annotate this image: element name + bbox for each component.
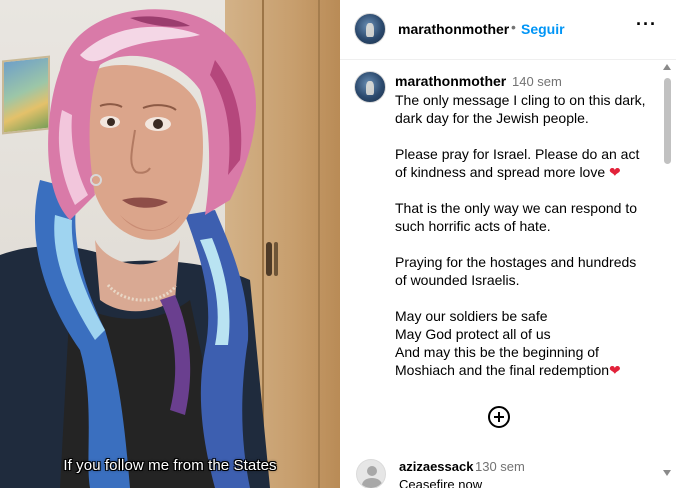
more-options-icon[interactable]: ··· <box>636 14 656 38</box>
heart-icon: ❤ <box>609 164 621 180</box>
post-side-panel: marathonmother • Seguir ··· marathonmoth… <box>340 0 676 488</box>
scrollbar-thumb[interactable] <box>664 78 671 164</box>
caption-line: That is the only way we can respond to <box>395 200 638 216</box>
post-header: marathonmother • Seguir ··· <box>340 0 676 60</box>
post-caption: The only message I cling to on this dark… <box>395 91 655 379</box>
commenter-username[interactable]: azizaessack <box>399 459 473 474</box>
caption-blank-line <box>395 181 655 199</box>
caption-line: Please pray for Israel. Please do an act <box>395 146 640 162</box>
scroll-up-arrow-icon[interactable] <box>663 64 671 70</box>
commenter-avatar[interactable] <box>356 459 386 488</box>
caption-author-username[interactable]: marathonmother <box>395 73 506 89</box>
comment-text: Ceasefire now <box>399 477 483 488</box>
caption-line: of wounded Israelis. <box>395 272 520 288</box>
author-username[interactable]: marathonmother <box>398 21 509 37</box>
comment-timestamp[interactable]: 130 sem <box>475 459 525 474</box>
caption-line: Praying for the hostages and hundreds <box>395 254 637 270</box>
caption-text: Moshiach and the final redemption <box>395 362 610 378</box>
follow-button[interactable]: Seguir <box>521 21 565 37</box>
woman-figure <box>0 9 270 488</box>
caption-line: The only message I cling to on this dark… <box>395 92 646 108</box>
caption-author-avatar[interactable] <box>354 71 386 103</box>
scroll-down-arrow-icon[interactable] <box>663 470 671 476</box>
header-separator: • <box>511 19 516 35</box>
caption-line: dark day for the Jewish people. <box>395 110 589 126</box>
video-player[interactable]: If you follow me from the States <box>0 0 340 488</box>
caption-blank-line <box>395 235 655 253</box>
caption-line: Moshiach and the final redemption❤ <box>395 361 655 379</box>
caption-line: of kindness and spread more love ❤ <box>395 163 655 181</box>
caption-line: May our soldiers be safe <box>395 308 548 324</box>
caption-timestamp[interactable]: 140 sem <box>512 74 562 89</box>
load-more-comments-icon[interactable] <box>488 406 510 428</box>
caption-blank-line <box>395 289 655 307</box>
caption-line: such horrific acts of hate. <box>395 218 551 234</box>
caption-text: of kindness and spread more love <box>395 164 606 180</box>
caption-blank-line <box>395 127 655 145</box>
author-avatar[interactable] <box>354 13 386 45</box>
comments-scrollbar[interactable] <box>659 62 676 488</box>
caption-line: May God protect all of us <box>395 326 551 342</box>
caption-line: And may this be the beginning of <box>395 344 599 360</box>
video-subtitle: If you follow me from the States <box>63 457 277 474</box>
heart-icon: ❤ <box>609 362 621 378</box>
